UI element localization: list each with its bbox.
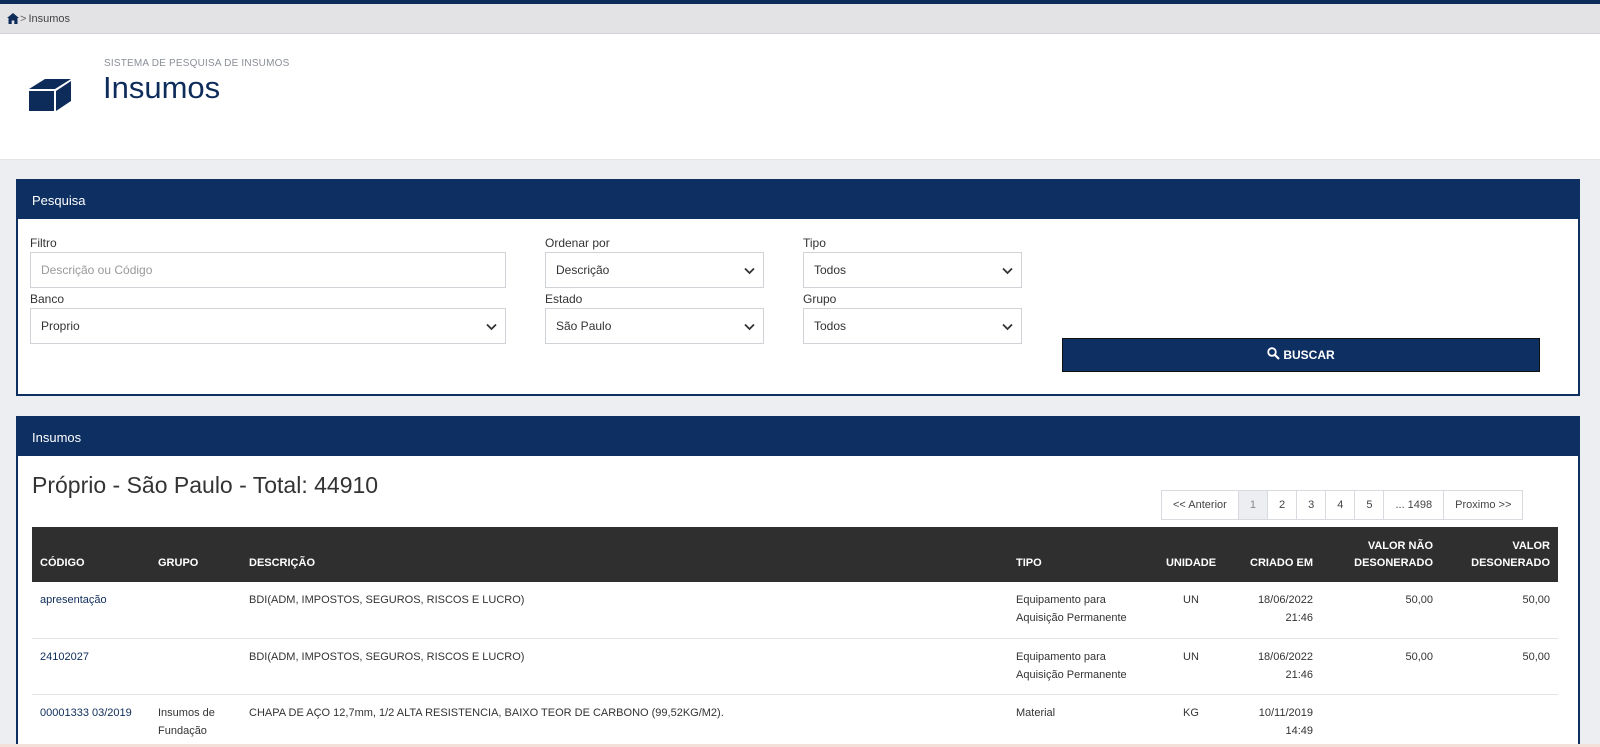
tipo-select[interactable]: Todos — [803, 252, 1022, 288]
pager-page-1[interactable]: 1 — [1238, 491, 1268, 519]
col-valor-nao-desonerado[interactable]: VALOR NÃO DESONERADO — [1321, 527, 1441, 582]
cell-grupo: Insumos de Fundação — [158, 706, 215, 737]
pager-page-3[interactable]: 3 — [1297, 491, 1327, 519]
col-valor-desonerado-line2: DESONERADO — [1471, 557, 1550, 569]
buscar-label: BUSCAR — [1283, 348, 1335, 362]
cell-criado-em: 18/06/2022 21:46 — [1257, 594, 1313, 624]
col-valor-desonerado[interactable]: VALOR DESONERADO — [1441, 527, 1558, 582]
cell-valor-desonerado — [1441, 694, 1558, 747]
results-heading: Próprio - São Paulo - Total: 44910 — [32, 472, 379, 498]
cell-codigo[interactable]: apresentação — [32, 582, 150, 638]
cell-valor-desonerado: 50,00 — [1522, 594, 1550, 606]
cell-valor-nao-desonerado: 50,00 — [1405, 594, 1433, 606]
buscar-button[interactable]: BUSCAR — [1062, 338, 1540, 372]
cell-criado-em: 10/11/2019 14:49 — [1258, 706, 1313, 737]
ordenar-label: Ordenar por — [545, 236, 610, 250]
page-subtitle: SISTEMA DE PESQUISA DE INSUMOS — [104, 58, 290, 69]
chevron-down-icon — [744, 264, 755, 278]
estado-value: São Paulo — [556, 319, 612, 333]
cell-unidade: KG — [1183, 706, 1199, 719]
ordenar-select[interactable]: Descrição — [545, 252, 764, 288]
pagination: << Anterior 1 2 3 4 5 ... 1498 Proximo >… — [1161, 490, 1524, 520]
col-criado-em[interactable]: CRIADO EM — [1226, 527, 1321, 582]
tipo-value: Todos — [814, 263, 847, 277]
table-row[interactable]: 00001333 03/2019 Insumos de Fundação CHAP… — [32, 694, 1558, 747]
chevron-down-icon — [1002, 264, 1013, 278]
cell-grupo — [150, 638, 241, 694]
cell-grupo — [150, 582, 241, 638]
col-valor-nao-desonerado-line2: DESONERADO — [1354, 557, 1433, 569]
insumos-table: CÓDIGO GRUPO DESCRIÇÃO TIPO UNIDADE CRIA… — [32, 527, 1558, 747]
table-header-row: CÓDIGO GRUPO DESCRIÇÃO TIPO UNIDADE CRIA… — [32, 527, 1558, 582]
grupo-label: Grupo — [803, 292, 837, 306]
table-row[interactable]: 24102027 BDI(ADM, IMPOSTOS, SEGUROS, RIS… — [32, 638, 1558, 694]
cell-codigo[interactable]: 24102027 — [32, 638, 150, 694]
filtro-input[interactable]: Descrição ou Código — [30, 252, 506, 288]
cell-tipo: Equipamento para Aquisição Permanente — [1016, 650, 1127, 681]
grupo-select[interactable]: Todos — [803, 308, 1022, 344]
col-descricao[interactable]: DESCRIÇÃO — [241, 527, 1008, 582]
col-valor-nao-desonerado-line1: VALOR NÃO — [1367, 540, 1433, 552]
cell-tipo: Equipamento para Aquisição Permanente — [1016, 594, 1127, 624]
filtro-label: Filtro — [30, 236, 57, 250]
pager-page-2[interactable]: 2 — [1267, 491, 1298, 519]
cell-criado-em: 18/06/2022 21:46 — [1257, 650, 1313, 681]
cell-unidade: UN — [1183, 650, 1199, 663]
pager-previous[interactable]: << Anterior — [1162, 491, 1239, 519]
cell-unidade: UN — [1183, 594, 1199, 606]
search-panel-title: Pesquisa — [18, 181, 1578, 219]
table-row[interactable]: apresentação BDI(ADM, IMPOSTOS, SEGUROS,… — [32, 582, 1558, 638]
results-panel-title: Insumos — [18, 418, 1578, 456]
search-icon — [1267, 347, 1281, 363]
pager-page-5[interactable]: 5 — [1355, 491, 1385, 519]
col-tipo[interactable]: TIPO — [1008, 527, 1156, 582]
page-title: Insumos — [103, 70, 221, 105]
home-icon[interactable] — [7, 13, 19, 24]
pager-next[interactable]: Proximo >> — [1444, 491, 1523, 519]
col-grupo[interactable]: GRUPO — [150, 527, 241, 582]
banco-label: Banco — [30, 292, 65, 306]
cell-valor-desonerado: 50,00 — [1522, 650, 1550, 663]
tipo-label: Tipo — [803, 236, 826, 250]
cell-tipo: Material — [1016, 706, 1056, 719]
col-valor-desonerado-line1: VALOR — [1512, 540, 1550, 552]
col-unidade[interactable]: UNIDADE — [1156, 527, 1226, 582]
banco-select[interactable]: Proprio — [30, 308, 506, 344]
cube-icon — [29, 75, 73, 118]
chevron-down-icon — [1002, 320, 1013, 334]
cell-codigo[interactable]: 00001333 03/2019 — [32, 694, 150, 747]
grupo-value: Todos — [814, 319, 847, 333]
page-header: SISTEMA DE PESQUISA DE INSUMOS Insumos — [0, 34, 1600, 160]
cell-valor-nao-desonerado — [1321, 694, 1441, 747]
cell-valor-nao-desonerado: 50,00 — [1405, 650, 1433, 663]
breadcrumb-separator: > — [20, 12, 27, 25]
pager-page-4[interactable]: 4 — [1326, 491, 1356, 519]
search-panel: Pesquisa Filtro Descrição ou Código Orde… — [16, 179, 1580, 396]
ordenar-value: Descrição — [556, 263, 610, 277]
chevron-down-icon — [744, 320, 755, 334]
pager-last-page[interactable]: ... 1498 — [1384, 491, 1445, 519]
cell-descricao: CHAPA DE AÇO 12,7mm, 1/2 ALTA RESISTENCI… — [249, 706, 724, 719]
cell-descricao: BDI(ADM, IMPOSTOS, SEGUROS, RISCOS E LUC… — [249, 650, 525, 663]
breadcrumb-current: Insumos — [28, 12, 71, 25]
col-codigo[interactable]: CÓDIGO — [32, 527, 150, 582]
breadcrumb: > Insumos — [0, 4, 1600, 34]
chevron-down-icon — [486, 320, 497, 334]
cell-descricao: BDI(ADM, IMPOSTOS, SEGUROS, RISCOS E LUC… — [249, 594, 525, 606]
estado-select[interactable]: São Paulo — [545, 308, 764, 344]
banco-value: Proprio — [41, 319, 80, 333]
estado-label: Estado — [545, 292, 583, 306]
results-panel: Insumos Próprio - São Paulo - Total: 449… — [16, 416, 1580, 747]
